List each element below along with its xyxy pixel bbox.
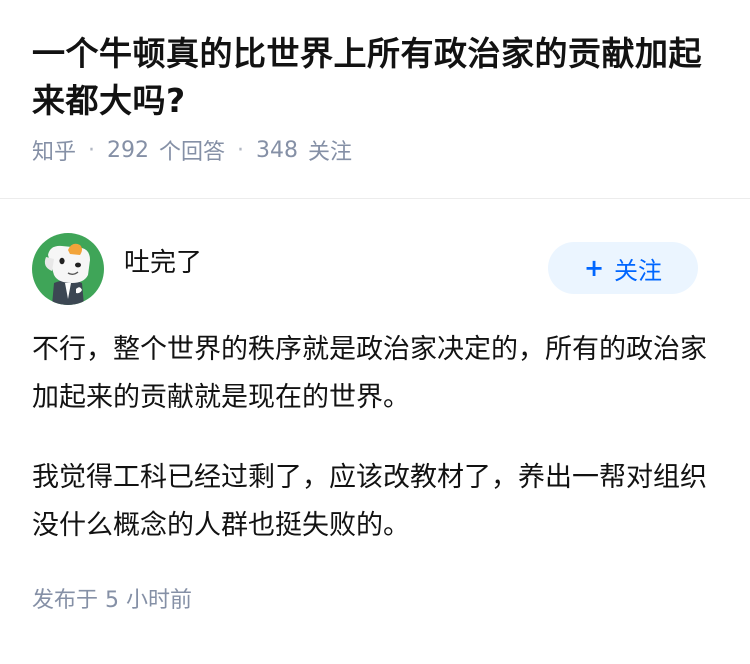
publish-time: 发布于 5 小时前 [32, 588, 192, 613]
meta-separator: · [88, 137, 96, 163]
avatar[interactable] [32, 233, 104, 305]
question-title[interactable]: 一个牛顿真的比世界上所有政治家的贡献加起来都大吗? [32, 30, 718, 124]
question-meta: 知乎 · 292 个回答 · 348 关注 [32, 134, 718, 166]
avatar-dog-icon [32, 233, 104, 305]
follow-button[interactable]: + 关注 [548, 242, 698, 294]
plus-icon: + [583, 254, 605, 282]
answer-count-label[interactable]: 个回答 [159, 134, 225, 166]
question-header: 一个牛顿真的比世界上所有政治家的贡献加起来都大吗? 知乎 · 292 个回答 ·… [0, 0, 750, 170]
meta-separator: · [237, 137, 245, 163]
answer-content: 不行，整个世界的秩序就是政治家决定的，所有的政治家加起来的贡献就是现在的世界。 … [32, 326, 718, 550]
author-row: 吐完了 + 关注 [32, 232, 718, 306]
answer-count: 292 [107, 137, 150, 163]
answer-card: 吐完了 + 关注 不行，整个世界的秩序就是政治家决定的，所有的政治家加起来的贡献… [0, 232, 750, 614]
author-name[interactable]: 吐完了 [124, 242, 202, 279]
source-label[interactable]: 知乎 [32, 134, 76, 166]
follower-count: 348 [256, 137, 299, 163]
answer-paragraph: 我觉得工科已经过剩了，应该改教材了，养出一帮对组织没什么概念的人群也挺失败的。 [32, 462, 707, 541]
follower-count-label[interactable]: 关注 [308, 134, 352, 166]
follow-button-label: 关注 [614, 256, 663, 285]
section-divider [0, 198, 750, 199]
answer-paragraph: 不行，整个世界的秩序就是政治家决定的，所有的政治家加起来的贡献就是现在的世界。 [32, 334, 707, 413]
